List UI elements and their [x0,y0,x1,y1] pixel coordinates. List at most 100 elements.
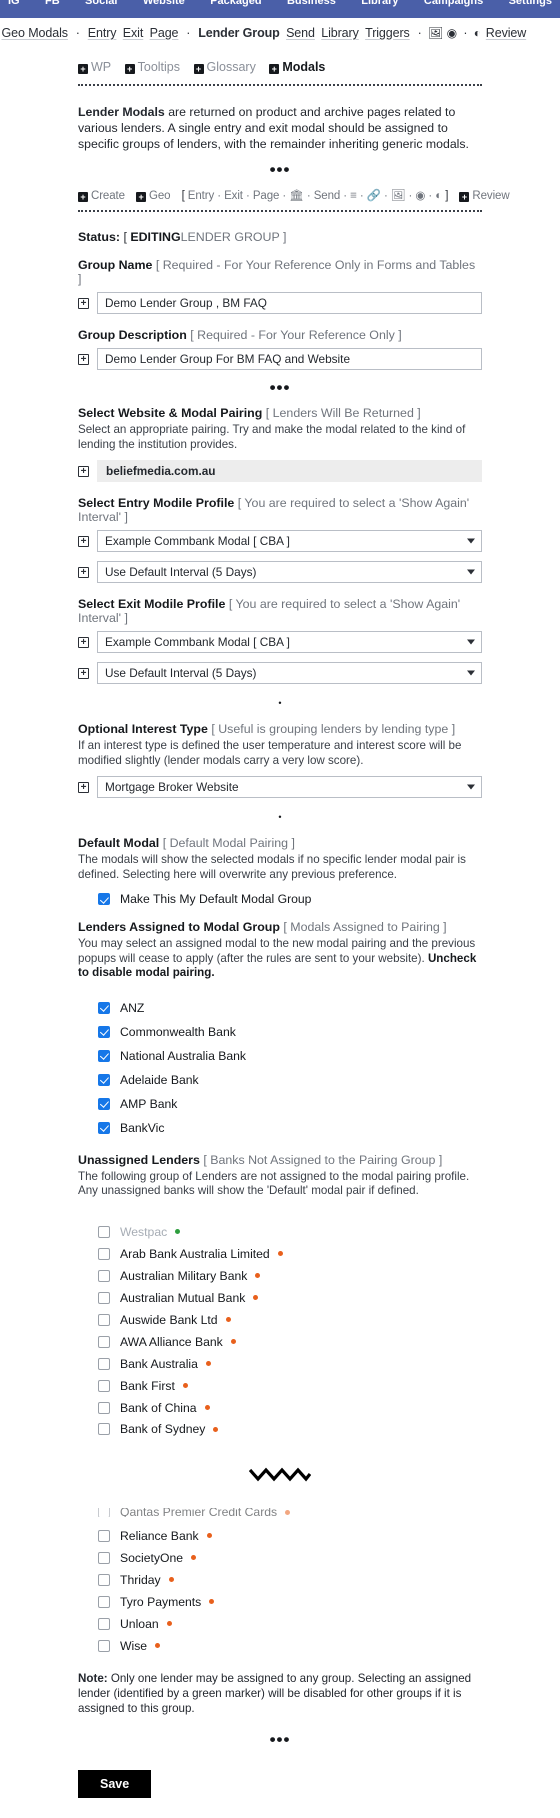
subnav-library[interactable]: Library [321,26,359,40]
expand-plus-icon[interactable]: + [78,566,89,578]
lender-checkbox[interactable] [98,1595,110,1608]
list-item[interactable]: National Australia Bank [78,1049,482,1063]
lender-checkbox[interactable] [98,1379,110,1392]
primary-nav[interactable]: IG FB Social Website Packaged Business L… [0,0,560,18]
bank-icon[interactable]: 🏛 [289,190,304,202]
subnav-review[interactable]: Review [486,26,526,40]
lender-checkbox[interactable] [98,1049,110,1062]
list-item[interactable]: Bank Australia [78,1357,482,1371]
list-item[interactable]: Tyro Payments [78,1595,482,1609]
lender-checkbox[interactable] [98,1423,110,1435]
assigned-lenders-list[interactable]: ANZ Commonwealth Bank National Australia… [78,1001,482,1135]
nav-item-packaged[interactable]: Packaged [210,0,261,7]
expand-plus-icon[interactable]: + [78,636,89,648]
play-circle-icon[interactable]: ◉ [415,190,425,202]
list-item[interactable]: AWA Alliance Bank [78,1335,482,1349]
exit-modal-select-row[interactable]: + Example Commbank Modal [ CBA ] [78,631,482,653]
lender-checkbox[interactable] [98,1225,110,1238]
website-pairing-field-row[interactable]: + beliefmedia.com.au [78,460,482,482]
list-item[interactable]: Qantas Premier Credit Cards [78,1507,482,1517]
toolbar-send[interactable]: Send [314,190,341,202]
chip-modals[interactable]: + Modals [269,60,325,74]
nav-item-social[interactable]: Social [85,0,117,7]
subnav-triggers[interactable]: Triggers [365,26,410,40]
pie-chart-icon[interactable]: ◐ [435,190,442,202]
group-description-input[interactable]: Demo Lender Group For BM FAQ and Website [97,348,482,370]
entry-interval-select[interactable]: Use Default Interval (5 Days) [97,561,482,583]
exit-interval-select-row[interactable]: + Use Default Interval (5 Days) [78,662,482,684]
list-item[interactable]: Reliance Bank [78,1529,482,1543]
lender-checkbox[interactable] [98,1573,110,1586]
lender-checkbox[interactable] [98,1617,110,1630]
list-item[interactable]: Auswide Bank Ltd [78,1313,482,1327]
toolbar-create[interactable]: + Create [78,190,125,202]
lender-checkbox[interactable] [98,1001,110,1014]
list-item[interactable]: Wise [78,1639,482,1653]
list-item[interactable]: AMP Bank [78,1097,482,1111]
nav-item-settings[interactable]: Settings [509,0,552,7]
nav-item-campaigns[interactable]: Campaigns [424,0,483,7]
toolbar-page[interactable]: Page [253,190,280,202]
secondary-nav[interactable]: Geo Modals · Entry Exit Page · Lender Gr… [0,18,560,46]
exit-modal-select[interactable]: Example Commbank Modal [ CBA ] [97,631,482,653]
subnav-geo-modals[interactable]: Geo Modals [2,26,69,40]
lender-checkbox[interactable] [98,1247,110,1260]
image-icon[interactable]: 🖼 [391,190,406,202]
lender-checkbox[interactable] [98,1639,110,1652]
chip-wp[interactable]: + WP [78,60,111,74]
subnav-entry[interactable]: Entry [88,26,117,40]
list-item[interactable]: Australian Military Bank [78,1269,482,1283]
entry-interval-select-row[interactable]: + Use Default Interval (5 Days) [78,561,482,583]
list-item[interactable]: Unloan [78,1617,482,1631]
default-modal-checkbox[interactable] [98,893,110,905]
subnav-lender-group[interactable]: Lender Group [198,26,280,40]
expand-plus-icon[interactable]: + [78,535,89,547]
toolbar-geo[interactable]: + Geo [136,190,171,202]
toolbar-review[interactable]: + Review [459,190,510,202]
lender-checkbox[interactable] [98,1357,110,1370]
lender-checkbox[interactable] [98,1269,110,1282]
lender-checkbox[interactable] [98,1291,110,1304]
list-item[interactable]: Bank First [78,1379,482,1393]
list-icon[interactable]: ≡ [350,190,357,202]
list-item[interactable]: Arab Bank Australia Limited [78,1247,482,1261]
list-item[interactable]: Westpac [78,1225,482,1239]
nav-item-business[interactable]: Business [287,0,336,7]
group-name-input[interactable]: Demo Lender Group , BM FAQ [97,292,482,314]
list-item[interactable]: Thriday [78,1573,482,1587]
lender-checkbox[interactable] [98,1507,110,1517]
unassigned-lenders-list-bottom[interactable]: Qantas Premier Credit Cards Reliance Ban… [78,1507,482,1653]
expand-plus-icon[interactable]: + [78,781,89,793]
lender-checkbox[interactable] [98,1313,110,1326]
interest-type-select-row[interactable]: + Mortgage Broker Website [78,776,482,798]
link-icon[interactable]: 🔗 [367,190,381,202]
chip-tooltips[interactable]: + Tooltips [124,60,180,74]
lender-checkbox[interactable] [98,1551,110,1564]
toolbar-entry[interactable]: Entry [188,190,214,202]
expand-plus-icon[interactable]: + [78,465,89,477]
lender-checkbox[interactable] [98,1401,110,1414]
list-item[interactable]: SocietyOne [78,1551,482,1565]
list-item[interactable]: ANZ [78,1001,482,1015]
exit-interval-select[interactable]: Use Default Interval (5 Days) [97,662,482,684]
entry-modal-select-row[interactable]: + Example Commbank Modal [ CBA ] [78,530,482,552]
image-icon[interactable]: 🖼 [428,26,443,40]
list-item[interactable]: BankVic [78,1121,482,1135]
play-circle-icon[interactable]: ◉ [447,26,457,40]
subnav-page[interactable]: Page [150,26,179,40]
lender-checkbox[interactable] [98,1025,110,1038]
nav-item-website[interactable]: Website [143,0,185,7]
interest-type-select[interactable]: Mortgage Broker Website [97,776,482,798]
save-button[interactable]: Save [78,1769,152,1798]
lender-checkbox[interactable] [98,1529,110,1542]
unassigned-lenders-list-top[interactable]: Westpac Arab Bank Australia Limited Aust… [78,1225,482,1436]
list-item[interactable]: Australian Mutual Bank [78,1291,482,1305]
expand-plus-icon[interactable]: + [78,667,89,679]
subnav-send[interactable]: Send [286,26,315,40]
chip-glossary[interactable]: + Glossary [193,60,256,74]
group-name-field-row[interactable]: + Demo Lender Group , BM FAQ [78,292,482,314]
module-chip-bar[interactable]: + WP + Tooltips + Glossary + Modals [78,60,482,74]
toolbar-exit[interactable]: Exit [224,190,243,202]
list-item[interactable]: Adelaide Bank [78,1073,482,1087]
lender-checkbox[interactable] [98,1073,110,1086]
